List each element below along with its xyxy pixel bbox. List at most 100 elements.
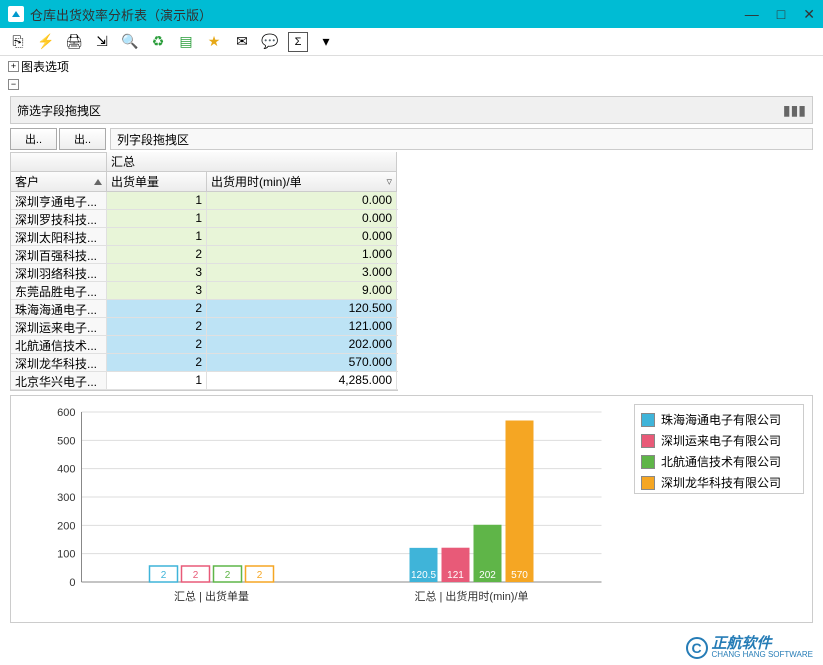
table-row[interactable]: 深圳羽络科技...33.000: [11, 264, 398, 282]
legend-swatch: [641, 413, 655, 427]
export-icon[interactable]: ⇲: [92, 32, 112, 52]
cell-time: 570.000: [207, 354, 397, 371]
cell-time: 120.500: [207, 300, 397, 317]
legend-item[interactable]: 深圳龙华科技有限公司: [641, 474, 797, 491]
row-field-buttons: 出.. 出..: [10, 128, 106, 150]
expand-icon[interactable]: +: [8, 61, 19, 72]
mail-icon[interactable]: ✉: [232, 32, 252, 52]
tree-label: 图表选项: [21, 58, 69, 75]
cell-qty: 1: [107, 210, 207, 227]
column-header-time[interactable]: 出货用时(min)/单 ▿: [207, 172, 397, 191]
tree-collapse[interactable]: −: [0, 77, 823, 92]
legend-label: 北航通信技术有限公司: [661, 453, 781, 470]
cell-customer: 深圳亨通电子...: [11, 192, 107, 209]
minimize-button[interactable]: —: [745, 6, 759, 23]
grid-body: 深圳亨通电子...10.000深圳罗技科技...10.000深圳太阳科技...1…: [10, 192, 398, 391]
copy-icon[interactable]: ⎘: [8, 32, 28, 52]
watermark-subtext: CHANG HANG SOFTWARE: [712, 651, 813, 659]
recycle-icon[interactable]: ♻: [148, 32, 168, 52]
header-customer-label: 客户: [15, 173, 39, 190]
table-row[interactable]: 深圳亨通电子...10.000: [11, 192, 398, 210]
cell-qty: 2: [107, 318, 207, 335]
table-row[interactable]: 北航通信技术...2202.000: [11, 336, 398, 354]
filter-field-zone[interactable]: 筛选字段拖拽区 ▮▮▮: [10, 96, 813, 124]
window-controls: — □ ✕: [745, 6, 815, 23]
collapse-icon[interactable]: −: [8, 79, 19, 90]
comment-icon[interactable]: 💬: [260, 32, 280, 52]
table-row[interactable]: 北京华兴电子...14,285.000: [11, 372, 398, 390]
cell-time: 202.000: [207, 336, 397, 353]
cell-customer: 东莞品胜电子...: [11, 282, 107, 299]
svg-text:200: 200: [57, 520, 75, 532]
titlebar: 仓库出货效率分析表（演示版） — □ ✕: [0, 0, 823, 28]
refresh-icon[interactable]: ⚡: [36, 32, 56, 52]
chart-area: 01002003004005006002222汇总 | 出货单量120.5121…: [10, 395, 813, 623]
svg-text:202: 202: [479, 570, 496, 581]
svg-text:100: 100: [57, 549, 75, 561]
row-field-button-1[interactable]: 出..: [10, 128, 57, 150]
filter-config-icon[interactable]: ▮▮▮: [783, 102, 806, 119]
app-icon: [8, 6, 24, 22]
chart-canvas: 01002003004005006002222汇总 | 出货单量120.5121…: [19, 404, 634, 614]
table-row[interactable]: 珠海海通电子...2120.500: [11, 300, 398, 318]
toolbar: ⎘ ⚡ 🖨 ⇲ 🔍 ♻ ▤ ★ ✉ 💬 Σ ▾: [0, 28, 823, 56]
svg-text:2: 2: [257, 570, 263, 581]
header-qty-label: 出货单量: [111, 173, 159, 190]
cell-qty: 2: [107, 300, 207, 317]
print-icon[interactable]: 🖨: [64, 32, 84, 52]
find-icon[interactable]: 🔍: [120, 32, 140, 52]
cell-qty: 1: [107, 372, 207, 389]
table-row[interactable]: 深圳龙华科技...2570.000: [11, 354, 398, 372]
close-button[interactable]: ✕: [803, 6, 815, 23]
chart-legend: 珠海海通电子有限公司深圳运来电子有限公司北航通信技术有限公司深圳龙华科技有限公司: [634, 404, 804, 494]
cell-time: 4,285.000: [207, 372, 397, 389]
column-header-total[interactable]: 汇总: [107, 152, 397, 171]
table-row[interactable]: 东莞品胜电子...39.000: [11, 282, 398, 300]
cell-customer: 珠海海通电子...: [11, 300, 107, 317]
column-zone-label: 列字段拖拽区: [117, 131, 189, 148]
svg-text:600: 600: [57, 407, 75, 419]
table-row[interactable]: 深圳罗技科技...10.000: [11, 210, 398, 228]
cell-time: 121.000: [207, 318, 397, 335]
sum-icon[interactable]: Σ: [288, 32, 308, 52]
svg-text:0: 0: [69, 577, 75, 589]
maximize-button[interactable]: □: [777, 6, 785, 23]
cell-qty: 2: [107, 336, 207, 353]
cell-customer: 深圳龙华科技...: [11, 354, 107, 371]
legend-swatch: [641, 476, 655, 490]
watermark-text: 正航软件: [712, 636, 813, 651]
column-field-zone[interactable]: 列字段拖拽区: [110, 128, 813, 150]
svg-text:500: 500: [57, 435, 75, 447]
row-field-button-2[interactable]: 出..: [59, 128, 106, 150]
legend-item[interactable]: 深圳运来电子有限公司: [641, 432, 797, 449]
legend-item[interactable]: 北航通信技术有限公司: [641, 453, 797, 470]
dropdown-icon[interactable]: ▾: [316, 32, 336, 52]
cell-time: 3.000: [207, 264, 397, 281]
cell-qty: 3: [107, 282, 207, 299]
table-row[interactable]: 深圳百强科技...21.000: [11, 246, 398, 264]
favorite-icon[interactable]: ★: [204, 32, 224, 52]
legend-label: 深圳运来电子有限公司: [661, 432, 781, 449]
column-header-qty[interactable]: 出货单量: [107, 172, 207, 191]
legend-item[interactable]: 珠海海通电子有限公司: [641, 411, 797, 428]
document-icon[interactable]: ▤: [176, 32, 196, 52]
table-row[interactable]: 深圳太阳科技...10.000: [11, 228, 398, 246]
filter-icon[interactable]: ▿: [386, 175, 392, 188]
cell-qty: 2: [107, 246, 207, 263]
cell-customer: 北航通信技术...: [11, 336, 107, 353]
sort-asc-icon[interactable]: [94, 179, 102, 185]
cell-customer: 深圳太阳科技...: [11, 228, 107, 245]
tree-chart-options[interactable]: + 图表选项: [0, 56, 823, 77]
column-header-customer[interactable]: 客户: [10, 172, 107, 192]
table-row[interactable]: 深圳运来电子...2121.000: [11, 318, 398, 336]
cell-customer: 深圳罗技科技...: [11, 210, 107, 227]
cell-time: 1.000: [207, 246, 397, 263]
svg-text:120.5: 120.5: [411, 570, 436, 581]
legend-label: 珠海海通电子有限公司: [661, 411, 781, 428]
svg-text:2: 2: [225, 570, 231, 581]
cell-customer: 北京华兴电子...: [11, 372, 107, 389]
cell-qty: 1: [107, 192, 207, 209]
legend-swatch: [641, 434, 655, 448]
svg-text:2: 2: [193, 570, 199, 581]
svg-text:300: 300: [57, 492, 75, 504]
